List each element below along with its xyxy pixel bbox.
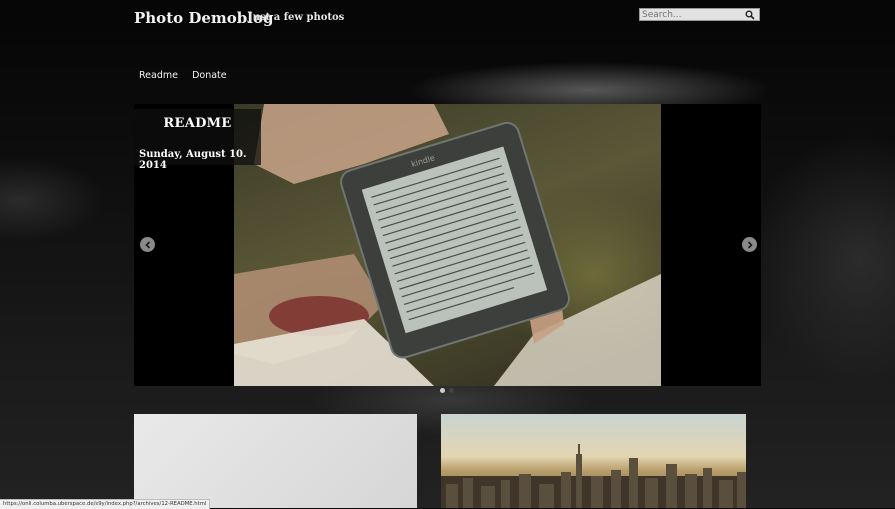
kindle-photo-illustration: kindle xyxy=(234,104,661,386)
slider-next-button[interactable] xyxy=(742,237,757,252)
nav-item-readme[interactable]: Readme xyxy=(139,70,178,81)
nav-item-donate[interactable]: Donate xyxy=(192,70,227,81)
city-skyline-image xyxy=(441,444,746,508)
slide-title[interactable]: README xyxy=(134,116,261,131)
featured-slider: kindle README Sunday, August 10. 2014 xyxy=(134,104,761,386)
slider-dot-1[interactable] xyxy=(440,388,445,393)
slider-prev-button[interactable] xyxy=(140,237,155,252)
post-card-thumbnail-left[interactable] xyxy=(134,414,417,508)
slider-dot-2[interactable] xyxy=(449,388,454,393)
slider-pagination xyxy=(440,388,454,393)
search-form xyxy=(639,8,760,21)
slide-date: Sunday, August 10. 2014 xyxy=(139,149,247,171)
search-icon xyxy=(745,10,755,20)
site-tagline: Just a few photos xyxy=(248,12,345,23)
chevron-left-icon xyxy=(144,240,150,249)
post-card-thumbnail-right[interactable] xyxy=(441,414,746,508)
search-button[interactable] xyxy=(741,9,759,20)
slide-photo[interactable]: kindle xyxy=(234,104,661,386)
search-input[interactable] xyxy=(641,9,743,20)
main-nav: Readme Donate xyxy=(139,63,236,82)
chevron-right-icon xyxy=(747,240,753,249)
slide-caption: README Sunday, August 10. 2014 xyxy=(134,109,261,171)
